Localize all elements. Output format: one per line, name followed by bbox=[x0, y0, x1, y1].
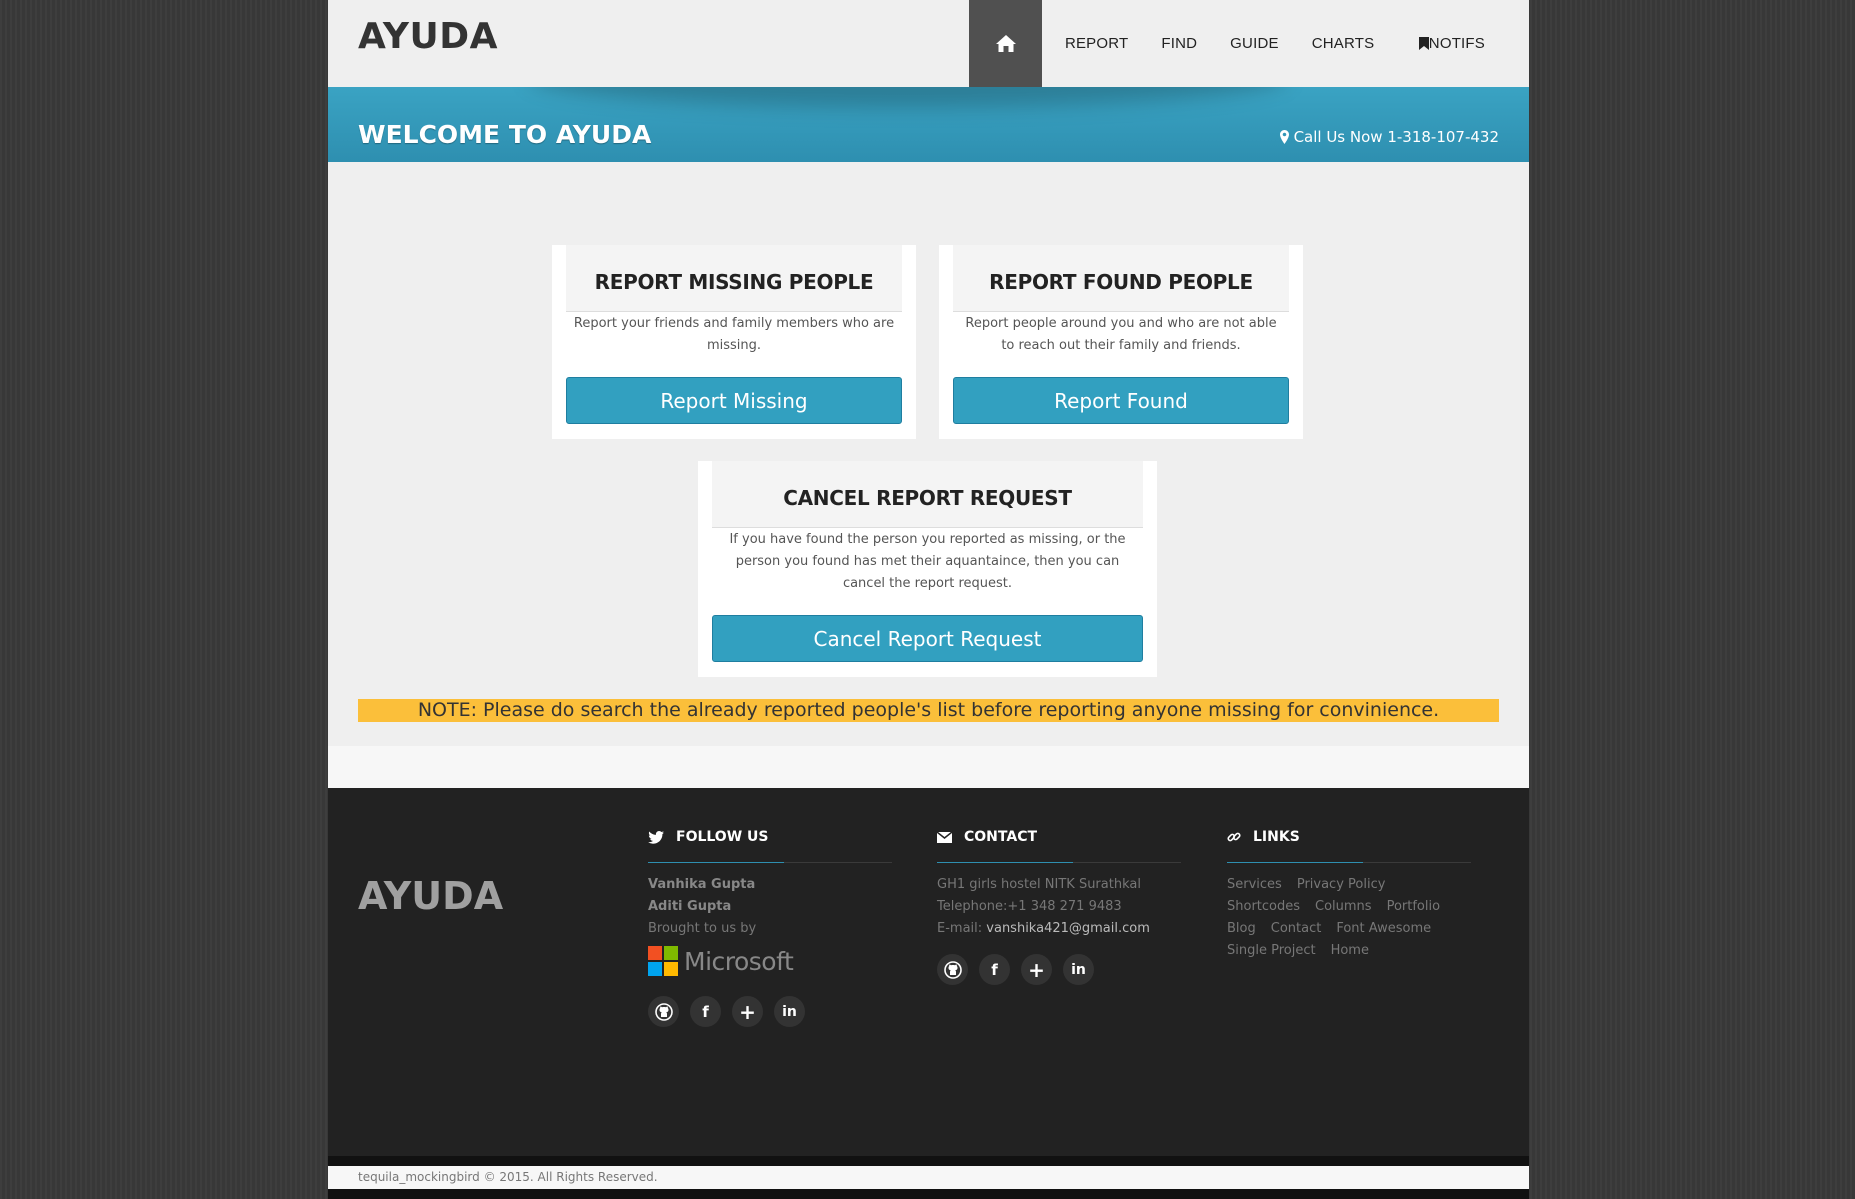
follow-us-content: Vanhika Gupta Aditi Gupta Brought to us … bbox=[648, 874, 892, 940]
contact-email-row: E-mail: vanshika421@gmail.com bbox=[937, 918, 1181, 940]
link-home[interactable]: Home bbox=[1331, 940, 1369, 962]
report-found-button[interactable]: Report Found bbox=[953, 377, 1289, 424]
contact-email-label: E-mail: bbox=[937, 921, 987, 936]
microsoft-logo: Microsoft bbox=[648, 946, 892, 976]
card-description: Report your friends and family members w… bbox=[573, 316, 895, 353]
home-icon bbox=[995, 35, 1016, 52]
envelope-icon bbox=[937, 831, 952, 843]
follow-us-heading: FOLLOW US bbox=[648, 828, 892, 846]
card-report-missing: REPORT MISSING PEOPLE Report your friend… bbox=[552, 245, 916, 439]
nav-notifs-label: NOTIFS bbox=[1428, 35, 1485, 52]
link-single-project[interactable]: Single Project bbox=[1227, 940, 1316, 962]
linkedin-icon[interactable]: in bbox=[1063, 954, 1094, 985]
site-logo[interactable]: AYUDA bbox=[358, 16, 498, 57]
linkedin-icon[interactable]: in bbox=[774, 996, 805, 1027]
follow-us-socials: f + in bbox=[648, 996, 892, 1027]
map-marker-icon bbox=[1279, 130, 1289, 144]
card-report-found: REPORT FOUND PEOPLE Report people around… bbox=[939, 245, 1303, 439]
follow-us-title: FOLLOW US bbox=[676, 829, 769, 845]
links-list: Services Privacy Policy Shortcodes Colum… bbox=[1227, 874, 1471, 962]
contact-socials: f + in bbox=[937, 954, 1181, 985]
footer-contact: CONTACT GH1 girls hostel NITK Surathkal … bbox=[937, 828, 1181, 985]
github-icon[interactable] bbox=[648, 996, 679, 1027]
card-title: REPORT FOUND PEOPLE bbox=[953, 245, 1289, 312]
brought-by-text: Brought to us by bbox=[648, 921, 757, 936]
link-services[interactable]: Services bbox=[1227, 874, 1282, 896]
links-heading: LINKS bbox=[1227, 828, 1471, 846]
author-name: Aditi Gupta bbox=[648, 899, 732, 914]
github-icon[interactable] bbox=[937, 954, 968, 985]
divider-strip bbox=[328, 746, 1529, 788]
card-description: If you have found the person you reporte… bbox=[729, 532, 1126, 591]
card-title: CANCEL REPORT REQUEST bbox=[712, 461, 1143, 528]
follow-us-rule bbox=[648, 862, 892, 863]
contact-address: GH1 girls hostel NITK Surathkal bbox=[937, 877, 1141, 892]
link-contact[interactable]: Contact bbox=[1271, 918, 1322, 940]
links-rule bbox=[1227, 862, 1471, 863]
main-nav: REPORT FIND GUIDE CHARTS NOTIFS bbox=[969, 0, 1529, 87]
contact-content: GH1 girls hostel NITK Surathkal Telephon… bbox=[937, 874, 1181, 940]
author-name: Vanhika Gupta bbox=[648, 877, 756, 892]
footer-logo: AYUDA bbox=[358, 874, 504, 918]
microsoft-wordmark: Microsoft bbox=[684, 946, 794, 976]
links-title: LINKS bbox=[1253, 829, 1300, 845]
link-font-awesome[interactable]: Font Awesome bbox=[1336, 918, 1431, 940]
welcome-title: WELCOME TO AYUDA bbox=[358, 120, 652, 149]
call-us-text: Call Us Now 1-318-107-432 bbox=[1293, 128, 1499, 146]
card-title: REPORT MISSING PEOPLE bbox=[566, 245, 902, 312]
link-shortcodes[interactable]: Shortcodes bbox=[1227, 896, 1300, 918]
facebook-icon[interactable]: f bbox=[690, 996, 721, 1027]
nav-find[interactable]: FIND bbox=[1145, 0, 1214, 87]
link-columns[interactable]: Columns bbox=[1315, 896, 1372, 918]
contact-title: CONTACT bbox=[964, 829, 1038, 845]
facebook-icon[interactable]: f bbox=[979, 954, 1010, 985]
contact-rule bbox=[937, 862, 1181, 863]
footer-bottom-bar bbox=[328, 1156, 1529, 1166]
call-us: Call Us Now 1-318-107-432 bbox=[1279, 128, 1499, 146]
google-plus-icon[interactable]: + bbox=[1021, 954, 1052, 985]
report-missing-button[interactable]: Report Missing bbox=[566, 377, 902, 424]
bookmark-icon bbox=[1418, 37, 1429, 50]
twitter-icon bbox=[648, 830, 664, 844]
contact-heading: CONTACT bbox=[937, 828, 1181, 846]
footer: AYUDA FOLLOW US Vanhika Gupta Aditi Gupt… bbox=[328, 788, 1529, 1156]
contact-email-link[interactable]: vanshika421@gmail.com bbox=[986, 921, 1150, 936]
footer-bottom-bar bbox=[328, 1189, 1529, 1199]
footer-links: LINKS Services Privacy Policy Shortcodes… bbox=[1227, 828, 1471, 962]
copyright: tequila_mockingbird © 2015. All Rights R… bbox=[328, 1166, 1529, 1189]
nav-report[interactable]: REPORT bbox=[1048, 0, 1144, 87]
card-cancel-report: CANCEL REPORT REQUEST If you have found … bbox=[698, 461, 1157, 677]
link-portfolio[interactable]: Portfolio bbox=[1387, 896, 1440, 918]
link-privacy-policy[interactable]: Privacy Policy bbox=[1297, 874, 1386, 896]
nav-guide[interactable]: GUIDE bbox=[1214, 0, 1296, 87]
link-blog[interactable]: Blog bbox=[1227, 918, 1256, 940]
microsoft-squares-icon bbox=[648, 946, 678, 976]
card-description: Report people around you and who are not… bbox=[965, 316, 1277, 353]
header: AYUDA REPORT FIND GUIDE CHARTS NOTIFS bbox=[328, 0, 1529, 87]
nav-notifs[interactable]: NOTIFS bbox=[1391, 0, 1529, 87]
welcome-banner: WELCOME TO AYUDA Call Us Now 1-318-107-4… bbox=[328, 87, 1529, 162]
footer-follow-us: FOLLOW US Vanhika Gupta Aditi Gupta Brou… bbox=[648, 828, 892, 1027]
note-banner: NOTE: Please do search the already repor… bbox=[358, 699, 1499, 722]
google-plus-icon[interactable]: + bbox=[732, 996, 763, 1027]
nav-home[interactable] bbox=[969, 0, 1043, 87]
cancel-report-request-button[interactable]: Cancel Report Request bbox=[712, 615, 1143, 662]
nav-charts[interactable]: CHARTS bbox=[1295, 0, 1391, 87]
contact-telephone: Telephone:+1 348 271 9483 bbox=[937, 899, 1122, 914]
page: AYUDA REPORT FIND GUIDE CHARTS NOTIFS WE… bbox=[328, 0, 1529, 1199]
link-icon bbox=[1227, 832, 1241, 842]
